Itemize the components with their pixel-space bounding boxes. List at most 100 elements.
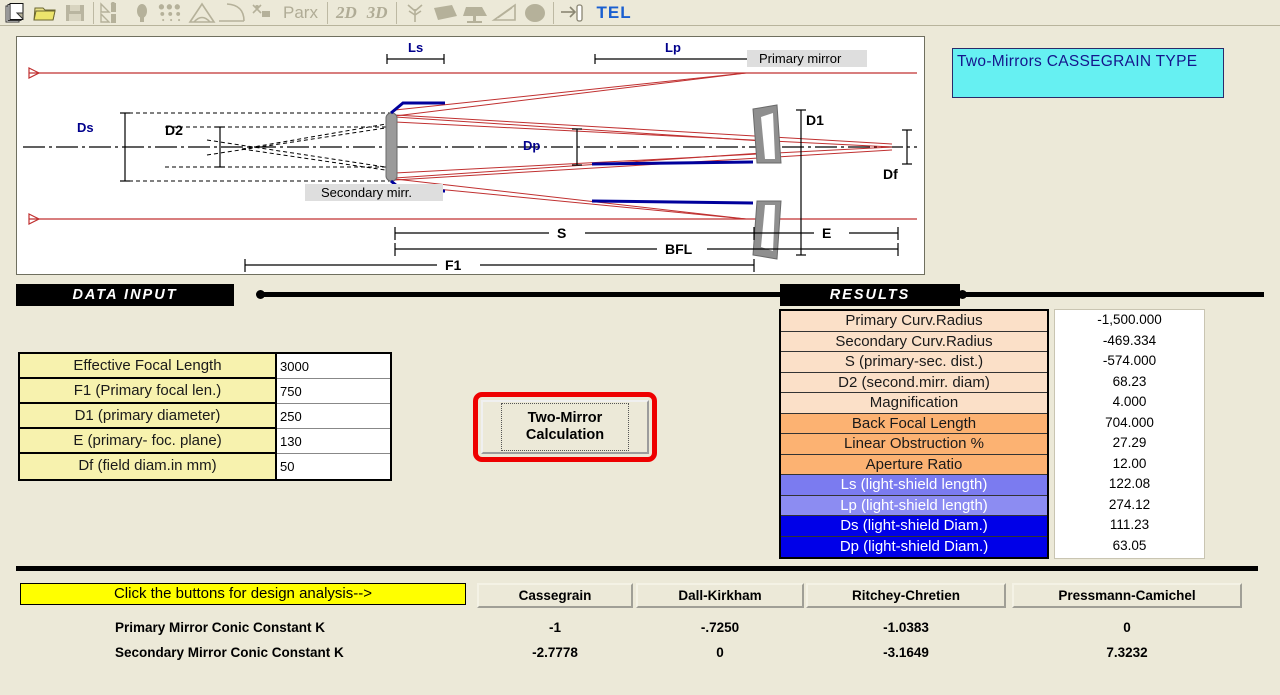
result-value: 704.000 [1105, 414, 1154, 430]
optical-layout-svg: Ls Lp Ds D2 Dp D1 Df S E BFL F1 Primary … [23, 40, 917, 273]
toolbar-separator [326, 1, 328, 24]
dim-lp [594, 54, 754, 64]
conic-constant-value: 0 [1123, 620, 1131, 635]
dim-f1 [244, 259, 755, 272]
focus-icon[interactable] [557, 1, 587, 25]
primary-baffle-bottom [591, 199, 754, 205]
mirror-mount-icon[interactable] [460, 1, 490, 25]
dim-ls [386, 54, 445, 64]
dim-label-ds: Ds [77, 120, 94, 135]
bulb-icon[interactable] [127, 1, 157, 25]
result-value: 12.00 [1112, 455, 1147, 471]
arc-icon[interactable] [217, 1, 247, 25]
conic-constant-value: -1 [548, 620, 561, 635]
dim-label-bfl: BFL [665, 241, 693, 257]
result-value: 27.29 [1112, 435, 1147, 450]
input-row: F1 (Primary focal len.) 750 [20, 379, 390, 404]
input-field[interactable]: 50 [277, 454, 390, 479]
dim-label-df: Df [883, 166, 898, 182]
disc-icon[interactable] [520, 1, 550, 25]
wedge-icon[interactable] [490, 1, 520, 25]
mirror-blank-icon[interactable] [430, 1, 460, 25]
conic-constant-value: 0 [716, 645, 724, 660]
result-label: Magnification [781, 393, 1047, 414]
new-document-icon[interactable] [0, 1, 30, 25]
toolbar-separator [552, 1, 554, 24]
dim-bfl [394, 243, 899, 256]
input-label: D1 (primary diameter) [20, 404, 277, 429]
design-button-2[interactable]: Dall-Kirkham [636, 583, 804, 608]
input-label: F1 (Primary focal len.) [20, 379, 277, 404]
primary-baffle-top [591, 160, 754, 166]
result-label: Aperture Ratio [781, 454, 1047, 475]
tel-label[interactable]: TEL [587, 3, 632, 23]
input-row: E (primary- foc. plane) 130 [20, 429, 390, 454]
data-input-table: Effective Focal Length 3000 F1 (Primary fo… [18, 352, 392, 481]
input-field[interactable]: 3000 [277, 354, 390, 379]
conic-constant-value: -2.7778 [532, 645, 578, 660]
plant-icon[interactable] [400, 1, 430, 25]
secondary-mirror-body [385, 112, 398, 182]
result-label: Back Focal Length [781, 413, 1047, 434]
conic-constant-row-label: Primary Mirror Conic Constant K [115, 620, 326, 635]
primary-mirror-callout: Primary mirror [759, 51, 842, 66]
spots-icon[interactable] [157, 1, 187, 25]
design-button-4[interactable]: Pressmann-Camichel [1012, 583, 1242, 608]
dim-dp [572, 128, 582, 166]
input-label: E (primary- foc. plane) [20, 429, 277, 454]
result-value: 122.08 [1108, 476, 1151, 491]
result-value: -1,500.000 [1097, 312, 1162, 327]
parx-label[interactable]: Parx [277, 3, 324, 23]
dim-label-d1: D1 [806, 112, 824, 128]
calc-button-bevel: Two-Mirror Calculation [481, 400, 649, 454]
calc-button-focus-ring: Two-Mirror Calculation [500, 403, 630, 451]
input-row: Df (field diam.in mm) 50 [20, 454, 390, 479]
dim-label-d2: D2 [165, 122, 183, 138]
conic-constant-value: -3.1649 [883, 645, 929, 660]
two-mirror-calculation-button[interactable]: Two-Mirror Calculation [473, 392, 657, 462]
section-rule-line-left [630, 292, 790, 297]
dim-s [394, 227, 755, 240]
input-label: Effective Focal Length [20, 354, 277, 379]
input-row: D1 (primary diameter) 250 [20, 404, 390, 429]
main-toolbar: Parx 2D 3D TEL [0, 0, 1280, 26]
design-button-1[interactable]: Cassegrain [477, 583, 633, 608]
save-disk-icon[interactable] [60, 1, 90, 25]
results-section-label: RESULTS [780, 284, 960, 306]
result-label: Ds (light-shield Diam.) [781, 516, 1047, 537]
calc-button-line1: Two-Mirror [527, 410, 603, 426]
result-label: Lp (light-shield length) [781, 495, 1047, 516]
calc-button-line2: Calculation [525, 427, 605, 443]
result-label: Ls (light-shield length) [781, 475, 1047, 496]
open-folder-icon[interactable] [30, 1, 60, 25]
input-field[interactable]: 250 [277, 404, 390, 429]
toolbar-separator [395, 1, 397, 24]
dim-df [902, 129, 912, 165]
section-rule-line-right [966, 292, 1258, 297]
design-button-3[interactable]: Ritchey-Chretien [806, 583, 1006, 608]
mode-2d-button[interactable]: 2D [331, 3, 362, 23]
dim-label-e: E [822, 225, 831, 241]
conic-constant-value: 7.3232 [1106, 645, 1148, 660]
input-row: Effective Focal Length 3000 [20, 354, 390, 379]
design-type-title: Two-Mirrors CASSEGRAIN TYPE [957, 53, 1198, 70]
input-field[interactable]: 750 [277, 379, 390, 404]
result-value: 63.05 [1112, 537, 1147, 553]
result-label: D2 (second.mirr. diam) [781, 372, 1047, 393]
conic-constant-row-label: Secondary Mirror Conic Constant K [115, 645, 344, 660]
result-label: S (primary-sec. dist.) [781, 352, 1047, 373]
optical-diagram-panel: Ls Lp Ds D2 Dp D1 Df S E BFL F1 Primary … [16, 36, 925, 275]
mode-3d-button[interactable]: 3D [362, 3, 393, 23]
input-field[interactable]: 130 [277, 429, 390, 454]
toolbar-separator [93, 1, 94, 24]
result-label: Secondary Curv.Radius [781, 331, 1047, 352]
result-label: Linear Obstruction % [781, 434, 1047, 455]
triangle-icon[interactable] [187, 1, 217, 25]
dim-label-f1: F1 [445, 257, 462, 273]
results-section-bar: RESULTS [630, 284, 1270, 306]
star-cut-icon[interactable] [247, 1, 277, 25]
result-value: -469.334 [1102, 332, 1157, 348]
chart-tools-icon[interactable] [97, 1, 127, 25]
secondary-mirror-callout: Secondary mirr. [321, 185, 412, 200]
converging-ray-bundle [394, 72, 747, 220]
